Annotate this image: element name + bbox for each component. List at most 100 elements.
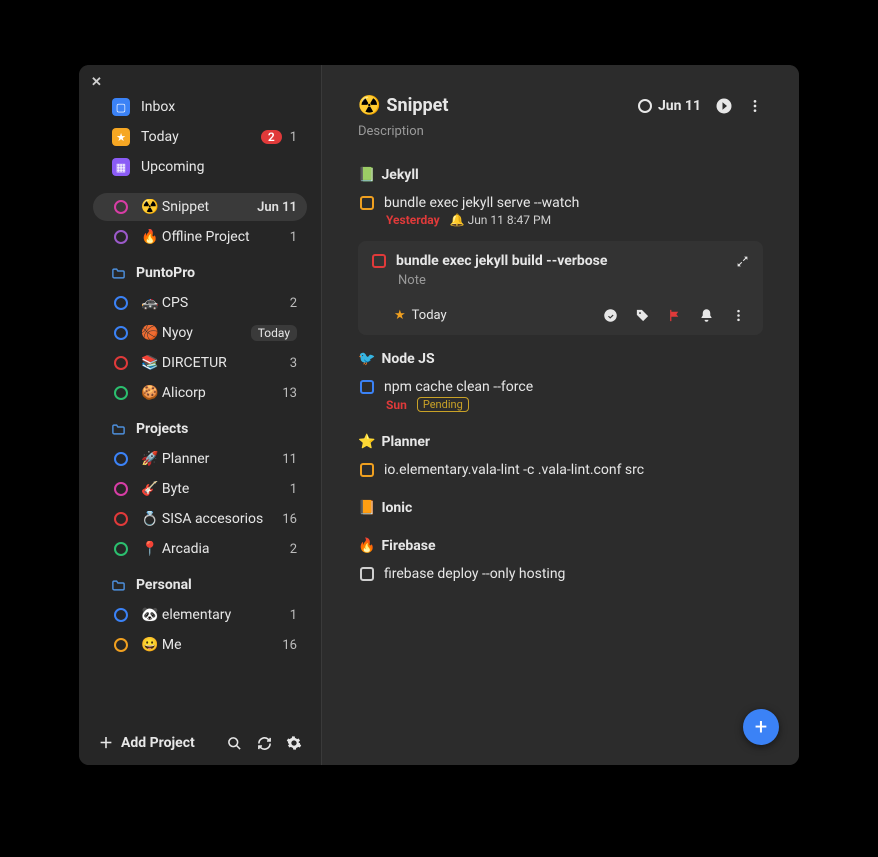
project-label: 🚓 CPS [141, 295, 290, 311]
more-vertical-icon [731, 308, 746, 323]
folder-icon [111, 578, 126, 593]
project-snippet[interactable]: ☢️ Snippet Jun 11 [93, 193, 307, 221]
task-meta: Yesterday🔔 Jun 11 8:47 PM [360, 211, 763, 227]
project-item[interactable]: 📍 Arcadia2 [93, 535, 307, 563]
project-color-icon [111, 608, 131, 622]
folder-personal[interactable]: Personal [93, 571, 307, 599]
project-emoji: ☢️ [358, 95, 380, 116]
settings-button[interactable] [281, 730, 307, 756]
task-card[interactable]: bundle exec jekyll build --verboseNote★ T… [358, 241, 763, 335]
sidebar-footer: ＋ Add Project [79, 721, 321, 765]
add-project-label: Add Project [121, 735, 195, 751]
project-item[interactable]: 🐼 elementary1 [93, 601, 307, 629]
task-item[interactable]: io.elementary.vala-lint -c .vala-lint.co… [358, 456, 763, 484]
add-project-button[interactable]: ＋ Add Project [93, 729, 201, 757]
project-item[interactable]: 🚀 Planner11 [93, 445, 307, 473]
card-note[interactable]: Note [372, 269, 749, 308]
project-color-icon [111, 386, 131, 400]
task-checkbox[interactable] [372, 254, 386, 268]
nav-label: Inbox [141, 99, 297, 115]
task-meta: SunPending [360, 395, 763, 412]
folder-projects[interactable]: Projects [93, 415, 307, 443]
section-title-text: Planner [381, 434, 430, 450]
card-more-button[interactable] [727, 308, 749, 323]
project-color-icon [111, 356, 131, 370]
folder-puntopro[interactable]: PuntoPro [93, 259, 307, 287]
project-item[interactable]: 💍 SISA accesorios16 [93, 505, 307, 533]
project-offline[interactable]: 🔥 Offline Project 1 [93, 223, 307, 251]
due-label: Sun [386, 398, 407, 412]
project-label: 🎸 Byte [141, 481, 290, 497]
project-color-icon [111, 452, 131, 466]
header-share-button[interactable] [715, 97, 733, 115]
project-label: 💍 SISA accesorios [141, 511, 282, 527]
collapse-button[interactable] [736, 255, 749, 268]
section-header[interactable]: ⭐ Planner [358, 428, 763, 456]
project-label: 🚀 Planner [141, 451, 282, 467]
card-flag-button[interactable] [663, 308, 685, 323]
card-done-button[interactable] [599, 308, 621, 323]
count-badge: 1 [290, 230, 297, 245]
project-label: 😀 Me [141, 637, 282, 653]
project-label: 📚 DIRCETUR [141, 355, 290, 371]
section-header[interactable]: 📙Ionic [358, 494, 763, 522]
card-due-text: Today [412, 308, 447, 323]
project-color-icon [111, 542, 131, 556]
task-checkbox[interactable] [360, 196, 374, 210]
today-badge: Today [251, 325, 297, 341]
task-checkbox[interactable] [360, 463, 374, 477]
header-date-button[interactable]: Jun 11 [638, 98, 701, 114]
task-text: io.elementary.vala-lint -c .vala-lint.co… [384, 462, 644, 478]
task-text: bundle exec jekyll serve --watch [384, 195, 579, 211]
task-checkbox[interactable] [360, 380, 374, 394]
project-item[interactable]: 📚 DIRCETUR3 [93, 349, 307, 377]
task-section: 📗Jekyllbundle exec jekyll serve --watchY… [342, 161, 779, 335]
count-badge: 1 [290, 482, 297, 497]
main-scroll[interactable]: 📗Jekyllbundle exec jekyll serve --watchY… [322, 151, 799, 765]
section-title-text: Firebase [381, 538, 435, 554]
section-icon: ⭐ [358, 434, 375, 450]
count-badge: 16 [282, 638, 297, 653]
section-icon: 🔥 [358, 538, 375, 554]
star-icon: ★ [394, 308, 406, 323]
task-text: firebase deploy --only hosting [384, 566, 565, 582]
description-field[interactable]: Description [322, 124, 799, 151]
task-item[interactable]: npm cache clean --forceSunPending [358, 373, 763, 418]
folder-icon [111, 422, 126, 437]
count-badge: 1 [290, 130, 297, 145]
task-item[interactable]: bundle exec jekyll serve --watchYesterda… [358, 189, 763, 233]
project-item[interactable]: 🏀 NyoyToday [93, 319, 307, 347]
nav-label: Upcoming [141, 159, 297, 175]
card-tag-button[interactable] [631, 308, 653, 323]
project-item[interactable]: 🎸 Byte1 [93, 475, 307, 503]
nav-upcoming[interactable]: ▦ Upcoming [93, 153, 307, 181]
sync-button[interactable] [251, 730, 277, 756]
project-label: 🏀 Nyoy [141, 325, 251, 341]
nav-inbox[interactable]: ▢ Inbox [93, 93, 307, 121]
task-item[interactable]: firebase deploy --only hosting [358, 560, 763, 588]
project-item[interactable]: 😀 Me16 [93, 631, 307, 659]
header-date: Jun 11 [658, 98, 701, 114]
section-header[interactable]: 📗Jekyll [358, 161, 763, 189]
section-title-text: Jekyll [381, 167, 418, 183]
flag-icon [667, 308, 682, 323]
card-due-chip[interactable]: ★ Today [394, 308, 447, 323]
project-item[interactable]: 🍪 Alicorp13 [93, 379, 307, 407]
section-header[interactable]: 🐦Node JS [358, 345, 763, 373]
header-menu-button[interactable] [747, 98, 763, 114]
folder-icon [111, 266, 126, 281]
due-label: Yesterday [386, 213, 440, 227]
count-badge: 16 [282, 512, 297, 527]
card-title: bundle exec jekyll build --verbose [396, 253, 726, 269]
add-task-fab[interactable]: + [743, 709, 779, 745]
search-button[interactable] [221, 730, 247, 756]
search-icon [227, 736, 242, 751]
project-item[interactable]: 🚓 CPS2 [93, 289, 307, 317]
section-header[interactable]: 🔥 Firebase [358, 532, 763, 560]
inbox-icon: ▢ [111, 98, 131, 116]
close-button[interactable]: ✕ [91, 75, 102, 90]
tag-icon [635, 308, 650, 323]
task-checkbox[interactable] [360, 567, 374, 581]
card-reminder-button[interactable] [695, 308, 717, 323]
nav-today[interactable]: ★ Today 2 1 [93, 123, 307, 151]
